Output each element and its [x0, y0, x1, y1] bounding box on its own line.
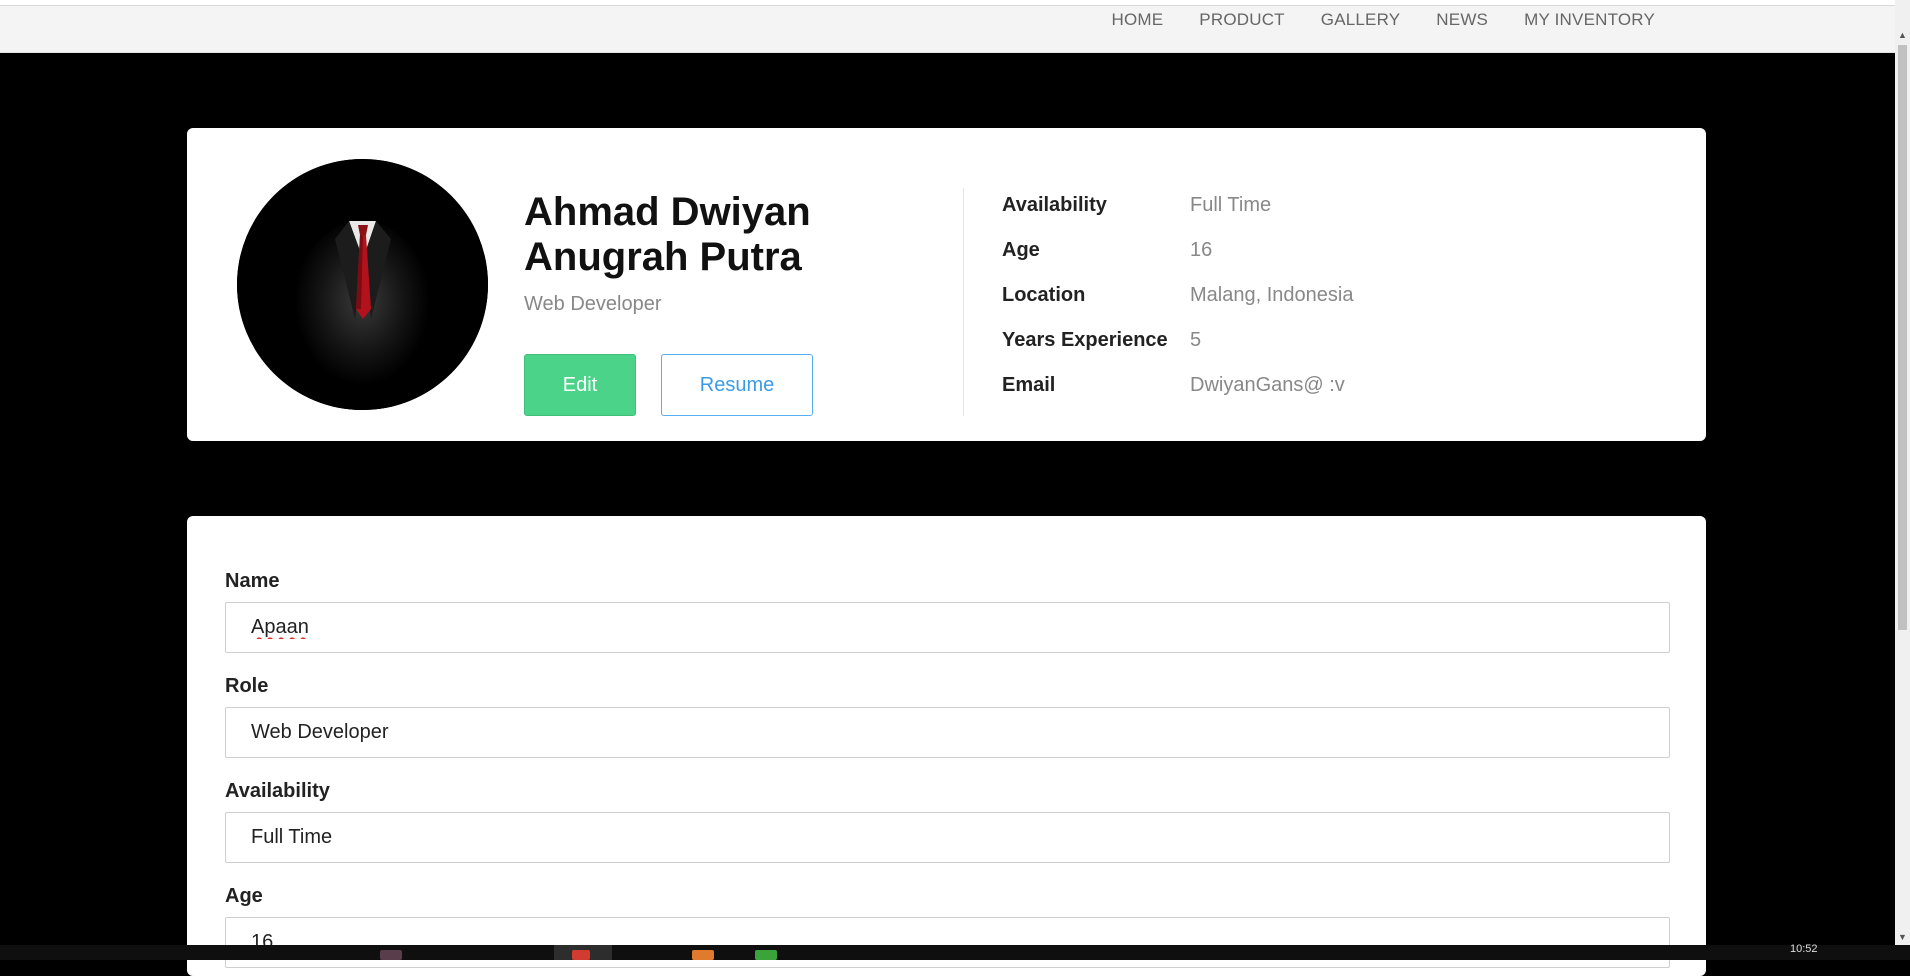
- scroll-down-arrow-icon[interactable]: ▼: [1895, 930, 1910, 945]
- resume-button[interactable]: Resume: [661, 354, 813, 416]
- detail-row-availability: Availability Full Time: [1002, 183, 1353, 228]
- nav-news-link[interactable]: NEWS: [1418, 7, 1506, 33]
- availability-input[interactable]: [225, 812, 1670, 863]
- taskbar-browser-icon[interactable]: [572, 950, 590, 960]
- nav-my-inventory-link[interactable]: MY INVENTORY: [1506, 7, 1673, 33]
- role-label: Role: [225, 675, 269, 697]
- edit-button[interactable]: Edit: [524, 354, 636, 416]
- taskbar-clock: 10:52: [1790, 943, 1818, 955]
- detail-label: Age: [1002, 239, 1040, 261]
- page-scrollbar[interactable]: ▲ ▼: [1895, 0, 1910, 945]
- taskbar-app-icon[interactable]: [755, 950, 777, 960]
- detail-label: Location: [1002, 284, 1086, 306]
- profile-role: Web Developer: [524, 293, 662, 315]
- name-field-group: Name: [225, 570, 1670, 653]
- detail-label: Email: [1002, 374, 1056, 396]
- detail-value: Full Time: [1190, 194, 1272, 216]
- nav-product-link[interactable]: PRODUCT: [1181, 7, 1302, 33]
- detail-value: Malang, Indonesia: [1190, 284, 1354, 306]
- role-input[interactable]: [225, 707, 1670, 758]
- taskbar-app-icon[interactable]: [692, 950, 714, 960]
- avatar: [237, 159, 488, 410]
- availability-field-group: Availability: [225, 780, 1670, 863]
- name-label: Name: [225, 570, 280, 592]
- name-input[interactable]: [225, 602, 1670, 653]
- age-label: Age: [225, 885, 263, 907]
- detail-value: 16: [1190, 239, 1213, 261]
- role-field-group: Role: [225, 675, 1670, 758]
- availability-label: Availability: [225, 780, 330, 802]
- nav-gallery-link[interactable]: GALLERY: [1303, 7, 1419, 33]
- detail-row-location: Location Malang, Indonesia: [1002, 273, 1353, 318]
- detail-value: 5: [1190, 329, 1202, 351]
- top-navigation-bar: HOME PRODUCT GALLERY NEWS MY INVENTORY: [0, 5, 1895, 53]
- detail-row-years-experience: Years Experience 5: [1002, 318, 1353, 363]
- suit-figure-avatar-image: [237, 159, 488, 410]
- detail-value: DwiyanGans@ :v: [1190, 374, 1345, 396]
- vertical-divider: [963, 188, 964, 416]
- detail-row-age: Age 16: [1002, 228, 1353, 273]
- age-input[interactable]: [225, 917, 1670, 968]
- detail-row-email: Email DwiyanGans@ :v: [1002, 363, 1353, 408]
- profile-name: Ahmad Dwiyan Anugrah Putra: [524, 190, 811, 279]
- profile-card: Ahmad Dwiyan Anugrah Putra Web Developer…: [187, 128, 1706, 441]
- main-nav: HOME PRODUCT GALLERY NEWS MY INVENTORY: [1093, 7, 1673, 33]
- scrollbar-thumb[interactable]: [1898, 45, 1907, 630]
- taskbar-app-icon[interactable]: [380, 950, 402, 960]
- profile-details: Availability Full Time Age 16 Location M…: [1002, 183, 1353, 408]
- scroll-up-arrow-icon[interactable]: ▲: [1895, 28, 1910, 43]
- detail-label: Availability: [1002, 194, 1107, 216]
- detail-label: Years Experience: [1002, 329, 1168, 351]
- edit-profile-form: Name Role Availability Age: [187, 516, 1706, 976]
- os-taskbar: 10:52: [0, 943, 1910, 960]
- nav-home-link[interactable]: HOME: [1093, 7, 1181, 33]
